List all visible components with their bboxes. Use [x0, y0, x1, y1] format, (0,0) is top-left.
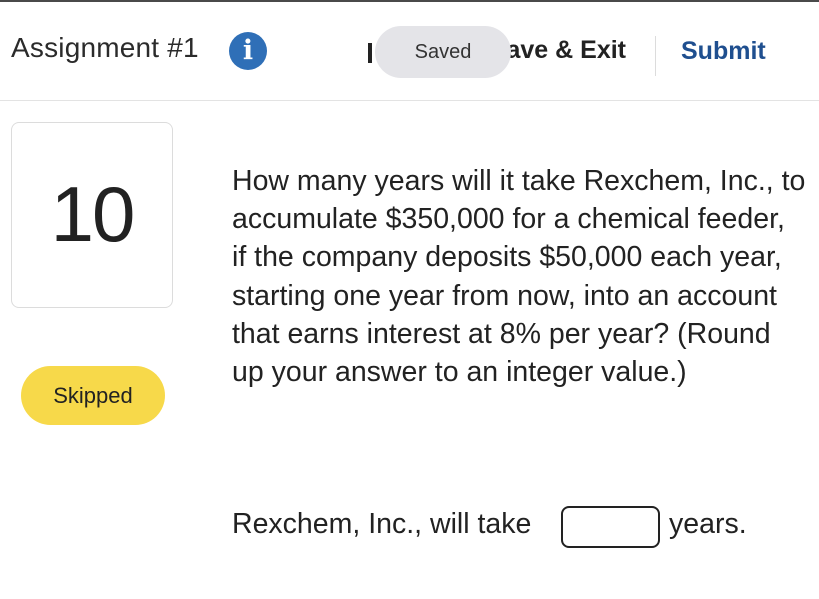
- save-exit-button[interactable]: Save & Exit: [508, 36, 626, 68]
- info-icon[interactable]: i: [229, 32, 267, 70]
- answer-suffix: years.: [669, 508, 747, 540]
- question-number-card: 10: [11, 122, 173, 308]
- question-prompt: How many years will it take Rexchem, Inc…: [232, 165, 806, 389]
- question-number: 10: [50, 170, 136, 258]
- answer-prefix: Rexchem, Inc., will take: [232, 508, 532, 540]
- answer-input[interactable]: [561, 506, 660, 548]
- saved-status-toast: Saved: [375, 26, 511, 78]
- submit-button[interactable]: Submit: [681, 37, 766, 66]
- assignment-header: Assignment #1 i Save & Exit Saved Submit: [0, 2, 819, 101]
- assignment-title: Assignment #1: [11, 32, 199, 63]
- skipped-status-badge: Skipped: [21, 366, 165, 425]
- save-exit-label: Save & Exit: [508, 36, 626, 64]
- header-divider: [655, 36, 656, 76]
- save-exit-partial-glyph: [368, 43, 372, 63]
